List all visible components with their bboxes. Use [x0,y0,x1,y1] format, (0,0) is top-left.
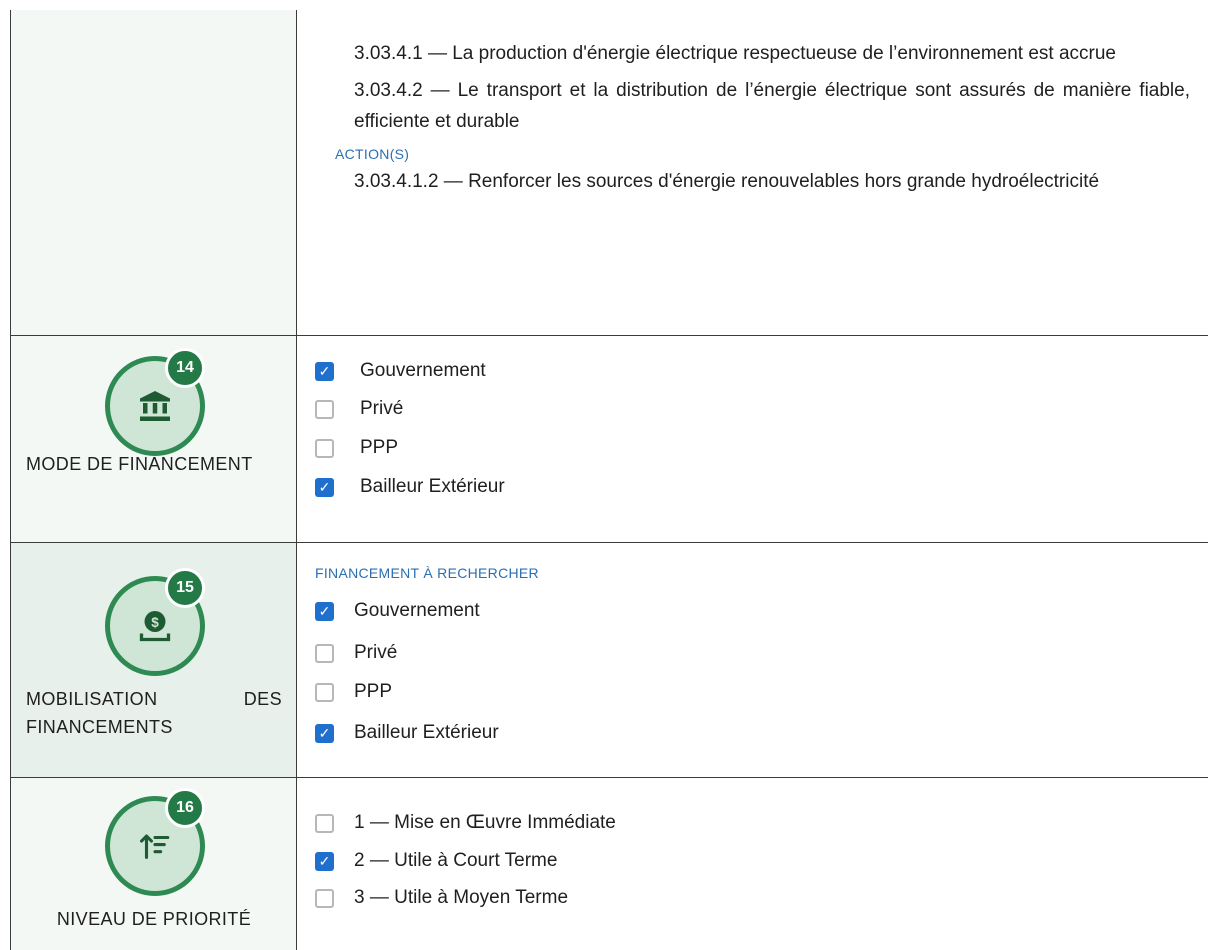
mode-financement-row: 14 MODE DE FINANCEMENT ✓ Gouvernement Pr… [11,336,1208,543]
checkbox-label: Gouvernement [354,600,480,621]
section-number: 15 [165,568,205,608]
sort-priority-icon [139,834,170,859]
checkbox-option[interactable]: Privé [315,398,403,420]
section-label: NIVEAU DE PRIORITÉ [56,909,252,929]
section-badge: 14 [105,348,205,456]
objective-paragraph: 3.03.4.1 — La production d'énergie élect… [354,43,1116,64]
mode-financement-options: ✓ Gouvernement Privé PPP ✓ Bailleur Exté… [297,336,1208,542]
action-paragraph: 3.03.4.1.2 — Renforcer les sources d'éne… [354,171,1100,192]
mobilisation-left-cell: $ 15 MOBILISATION DES FINANCEMENTS [11,543,297,777]
mobilisation-row: $ 15 MOBILISATION DES FINANCEMENTS FINAN… [11,543,1208,778]
priorite-left-cell: 16 NIVEAU DE PRIORITÉ [11,778,297,950]
checkbox-label: 2 — Utile à Court Terme [354,850,558,871]
checkbox-checked[interactable]: ✓ [315,601,334,621]
bank-icon [140,391,170,421]
checkbox-checked[interactable]: ✓ [315,361,334,381]
section-label: MODE DE FINANCEMENT [26,454,253,474]
checkbox-option[interactable]: PPP [315,681,392,703]
checkbox-label: Privé [360,398,404,419]
checkbox-option[interactable]: Privé [315,642,397,664]
section-badge: 16 [105,788,205,896]
checkbox-unchecked[interactable] [315,399,334,419]
checkbox-checked[interactable]: ✓ [315,851,334,871]
objective-paragraph: 3.03.4.2 — Le transport et la distributi… [354,80,1190,132]
checkbox-unchecked[interactable] [315,682,334,702]
checkbox-label: Gouvernement [360,360,486,381]
checkbox-option[interactable]: ✓ Gouvernement [315,360,486,382]
checkbox-label: Bailleur Extérieur [354,722,499,743]
section-badge: $ 15 [105,568,205,676]
financement-rechercher-label: FINANCEMENT À RECHERCHER [315,565,539,581]
checkbox-option[interactable]: ✓ Gouvernement [315,600,480,622]
checkbox-label: PPP [354,681,393,702]
checkbox-checked[interactable]: ✓ [315,723,334,743]
checkbox-label: 1 — Mise en Œuvre Immédiate [354,812,616,833]
section-label: MOBILISATION DES FINANCEMENTS [26,689,282,737]
objectives-right-cell: 3.03.4.1 — La production d'énergie élect… [297,10,1208,335]
checkbox-checked[interactable]: ✓ [315,477,334,497]
checkbox-label: Privé [354,642,398,663]
checkbox-option[interactable]: 3 — Utile à Moyen Terme [315,887,568,909]
checkbox-option[interactable]: ✓ Bailleur Extérieur [315,476,505,498]
section-number: 14 [165,348,205,388]
priorite-row: 16 NIVEAU DE PRIORITÉ 1 — Mise en Œuvre … [11,778,1208,950]
section-number: 16 [165,788,205,828]
checkbox-label: PPP [360,437,399,458]
checkbox-option[interactable]: ✓ Bailleur Extérieur [315,722,499,744]
priorite-options: 1 — Mise en Œuvre Immédiate ✓ 2 — Utile … [297,778,1208,950]
svg-text:$: $ [151,615,159,630]
form-table: 3.03.4.1 — La production d'énergie élect… [10,10,1208,950]
objectives-row: 3.03.4.1 — La production d'énergie élect… [11,10,1208,336]
checkbox-unchecked[interactable] [315,813,334,833]
mobilisation-options: FINANCEMENT À RECHERCHER ✓ Gouvernement … [297,543,1208,777]
objectives-left-cell [11,10,297,335]
checkbox-option[interactable]: ✓ 2 — Utile à Court Terme [315,850,557,872]
checkbox-label: Bailleur Extérieur [360,476,505,497]
checkbox-option[interactable]: PPP [315,437,398,459]
mode-financement-left-cell: 14 MODE DE FINANCEMENT [11,336,297,542]
checkbox-unchecked[interactable] [315,438,334,458]
checkbox-option[interactable]: 1 — Mise en Œuvre Immédiate [315,812,616,834]
money-deposit-icon: $ [139,611,171,642]
actions-section-label: ACTION(S) [335,146,410,162]
checkbox-unchecked[interactable] [315,643,334,663]
checkbox-label: 3 — Utile à Moyen Terme [354,887,569,908]
checkbox-unchecked[interactable] [315,888,334,908]
